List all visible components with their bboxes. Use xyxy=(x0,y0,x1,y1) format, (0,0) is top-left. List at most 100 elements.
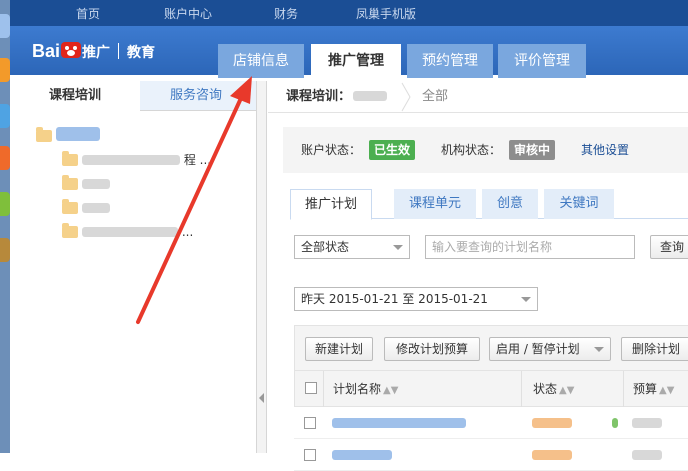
tree-item-label xyxy=(82,155,180,165)
dock-item-6[interactable] xyxy=(0,238,10,262)
column-divider xyxy=(521,371,522,407)
date-range-select[interactable]: 昨天 2015-01-21 至 2015-01-21 xyxy=(294,287,538,311)
tab-service-consult[interactable]: 服务咨询 xyxy=(170,81,222,111)
row-plan-name[interactable] xyxy=(332,418,466,428)
tree-root-label xyxy=(56,127,100,141)
dock-item-5[interactable] xyxy=(0,192,10,216)
edit-budget-button[interactable]: 修改计划预算 xyxy=(384,337,480,361)
toggle-plan-dropdown[interactable]: 启用 / 暂停计划 xyxy=(489,337,611,361)
plan-search-input[interactable]: 输入要查询的计划名称 xyxy=(425,235,635,259)
collapse-left-icon[interactable] xyxy=(259,393,264,403)
new-plan-button[interactable]: 新建计划 xyxy=(305,337,373,361)
tree-root[interactable] xyxy=(36,127,100,145)
table-row[interactable] xyxy=(294,407,688,439)
tab-plans[interactable]: 推广计划 xyxy=(290,189,372,220)
breadcrumb-root[interactable]: 课程培训： xyxy=(286,81,388,113)
date-range-value: 昨天 2015-01-21 至 2015-01-21 xyxy=(301,292,488,306)
nav-finance[interactable]: 财务 xyxy=(274,5,298,22)
tab-creatives[interactable]: 创意 xyxy=(482,189,538,219)
folder-icon xyxy=(62,199,78,214)
tree-item-suffix: ... xyxy=(181,225,194,239)
top-nav: 首页 账户中心 财务 凤巢手机版 xyxy=(10,0,688,26)
account-status-label: 账户状态： xyxy=(301,143,362,157)
left-panel: 课程培训 服务咨询 程 ... ... xyxy=(10,81,257,453)
tab-course-training[interactable]: 课程培训 xyxy=(10,81,140,112)
folder-icon xyxy=(62,151,78,166)
logo-text: Bai xyxy=(32,41,61,61)
tree-item-label xyxy=(82,203,110,213)
side-dock xyxy=(0,0,10,453)
tree-item[interactable]: 程 ... xyxy=(62,151,211,169)
toggle-plan-label: 启用 / 暂停计划 xyxy=(496,342,580,356)
row-checkbox[interactable] xyxy=(304,417,316,429)
row-status xyxy=(532,418,572,428)
tree-item[interactable] xyxy=(62,175,110,193)
nav-mobile[interactable]: 凤巢手机版 xyxy=(356,5,416,22)
sort-icon: ▲▼ xyxy=(659,385,675,396)
breadcrumb-chevron-icon xyxy=(401,82,411,112)
folder-icon xyxy=(62,175,78,190)
col-status[interactable]: 状态 ▲▼ xyxy=(533,371,574,409)
breadcrumb-current: 全部 xyxy=(422,89,449,104)
left-tabs: 课程培训 服务咨询 xyxy=(10,81,256,112)
dock-item-4[interactable] xyxy=(0,146,10,170)
dock-item-3[interactable] xyxy=(0,104,10,128)
breadcrumb-blurred xyxy=(353,91,388,101)
folder-icon xyxy=(62,223,78,238)
table-row[interactable] xyxy=(294,439,688,471)
nav-account[interactable]: 账户中心 xyxy=(164,5,212,22)
sort-icon: ▲▼ xyxy=(383,385,399,396)
nav-home[interactable]: 首页 xyxy=(76,5,100,22)
section-title: 教育 xyxy=(127,44,156,60)
dock-item-1[interactable] xyxy=(0,14,10,38)
search-placeholder: 输入要查询的计划名称 xyxy=(432,240,553,254)
row-budget xyxy=(632,418,662,428)
tree-item[interactable]: ... xyxy=(62,223,193,241)
status-select[interactable]: 全部状态 xyxy=(294,235,410,259)
account-status-badge: 已生效 xyxy=(369,140,416,160)
logo-divider xyxy=(118,43,120,59)
tab-course-units[interactable]: 课程单元 xyxy=(394,189,476,219)
column-divider xyxy=(323,371,324,407)
tree-item-suffix: 程 ... xyxy=(183,153,212,167)
breadcrumb: 课程培训： 全部 xyxy=(268,81,688,113)
tab-store-info[interactable]: 店铺信息 xyxy=(218,44,304,78)
panel-splitter[interactable] xyxy=(257,81,267,453)
select-all-checkbox[interactable] xyxy=(305,382,317,394)
row-checkbox[interactable] xyxy=(304,449,316,461)
tab-keywords[interactable]: 关键词 xyxy=(544,189,614,219)
row-budget xyxy=(632,450,662,460)
app-header: Bai 推广 教育 店铺信息 推广管理 预约管理 评价管理 xyxy=(10,26,688,81)
paw-icon xyxy=(60,40,82,60)
logo-subtext: 推广 xyxy=(82,44,111,60)
status-bar: 账户状态： 已生效 机构状态： 审核中 其他设置 xyxy=(283,127,688,173)
tree-item[interactable] xyxy=(62,199,110,217)
row-status-indicator xyxy=(612,418,618,428)
folder-open-icon xyxy=(36,127,52,142)
main-content: 课程培训： 全部 账户状态： 已生效 机构状态： 审核中 其他设置 推广计划 课… xyxy=(268,81,688,471)
tab-promotion[interactable]: 推广管理 xyxy=(311,44,401,81)
col-plan-name[interactable]: 计划名称 ▲▼ xyxy=(333,371,398,409)
chevron-down-icon xyxy=(521,297,531,302)
column-divider xyxy=(623,371,624,407)
chevron-down-icon xyxy=(393,245,403,250)
tree-item-label xyxy=(82,179,110,189)
tab-booking[interactable]: 预约管理 xyxy=(407,44,493,78)
other-settings-link[interactable]: 其他设置 xyxy=(581,127,629,173)
status-select-value: 全部状态 xyxy=(301,240,350,254)
tab-reviews[interactable]: 评价管理 xyxy=(498,44,586,78)
tree-item-label xyxy=(82,227,178,237)
org-status-label: 机构状态： xyxy=(441,143,502,157)
org-status-badge: 审核中 xyxy=(509,140,556,160)
sort-icon: ▲▼ xyxy=(559,385,575,396)
search-button[interactable]: 查询 xyxy=(650,235,688,259)
plan-toolbar: 新建计划 修改计划预算 启用 / 暂停计划 删除计划 xyxy=(294,325,688,371)
row-status xyxy=(532,450,572,460)
table-header: 计划名称 ▲▼ 状态 ▲▼ 预算 ▲▼ xyxy=(294,371,688,407)
row-plan-name[interactable] xyxy=(332,450,392,460)
baidu-logo: Bai 推广 教育 xyxy=(32,40,155,62)
col-budget[interactable]: 预算 ▲▼ xyxy=(633,371,674,409)
delete-plan-button[interactable]: 删除计划 xyxy=(621,337,688,361)
dock-item-2[interactable] xyxy=(0,58,10,82)
chevron-down-icon xyxy=(594,347,604,352)
